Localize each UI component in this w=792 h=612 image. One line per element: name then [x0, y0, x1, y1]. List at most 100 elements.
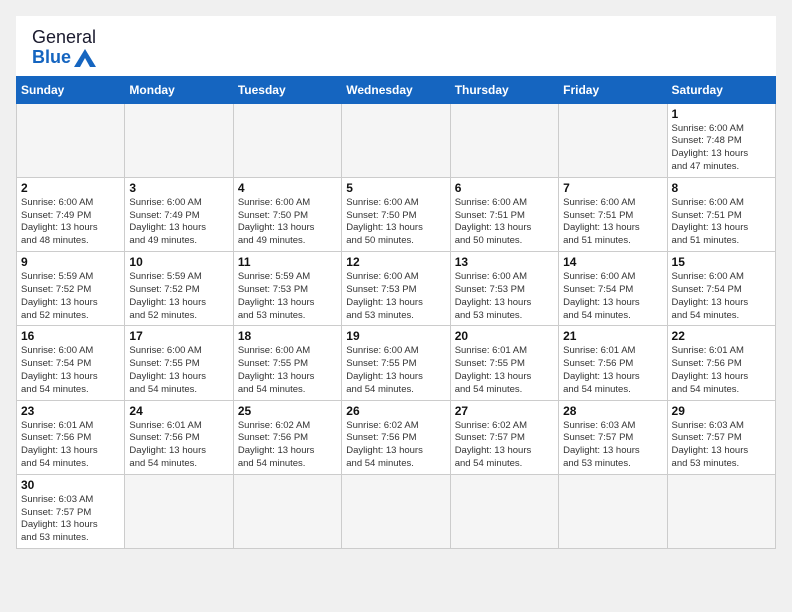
- calendar-cell-14: 14 Sunrise: 6:00 AM Sunset: 7:54 PM Dayli…: [559, 252, 667, 326]
- calendar-cell-8: 8 Sunrise: 6:00 AM Sunset: 7:51 PM Daylig…: [667, 177, 775, 251]
- day-info: Sunrise: 6:00 AM Sunset: 7:55 PM Dayligh…: [346, 345, 445, 396]
- day-info: Sunrise: 6:03 AM Sunset: 7:57 PM Dayligh…: [672, 420, 771, 471]
- day-number: 19: [346, 329, 445, 343]
- day-number: 24: [129, 404, 228, 418]
- day-number: 9: [21, 255, 120, 269]
- day-number: 11: [238, 255, 337, 269]
- calendar-cell-1: 1 Sunrise: 6:00 AM Sunset: 7:48 PM Daylig…: [667, 103, 775, 177]
- calendar-cell-17: 17 Sunrise: 6:00 AM Sunset: 7:55 PM Dayli…: [125, 326, 233, 400]
- day-number: 26: [346, 404, 445, 418]
- day-info: Sunrise: 6:02 AM Sunset: 7:56 PM Dayligh…: [238, 420, 337, 471]
- calendar-cell-24: 24Sunrise: 6:01 AM Sunset: 7:56 PM Dayli…: [125, 400, 233, 474]
- calendar-cell-27: 27 Sunrise: 6:02 AM Sunset: 7:57 PM Dayli…: [450, 400, 558, 474]
- day-number: 3: [129, 181, 228, 195]
- calendar-cell-empty: [559, 474, 667, 548]
- calendar-cell-19: 19 Sunrise: 6:00 AM Sunset: 7:55 PM Dayli…: [342, 326, 450, 400]
- weekday-header-monday: Monday: [125, 76, 233, 103]
- day-number: 23: [21, 404, 120, 418]
- day-info: Sunrise: 6:00 AM Sunset: 7:53 PM Dayligh…: [455, 271, 554, 322]
- day-info: Sunrise: 6:00 AM Sunset: 7:51 PM Dayligh…: [672, 197, 771, 248]
- day-info: Sunrise: 6:00 AM Sunset: 7:54 PM Dayligh…: [672, 271, 771, 322]
- day-info: Sunrise: 6:00 AM Sunset: 7:49 PM Dayligh…: [129, 197, 228, 248]
- day-info: Sunrise: 5:59 AM Sunset: 7:52 PM Dayligh…: [21, 271, 120, 322]
- calendar-cell-7: 7Sunrise: 6:00 AM Sunset: 7:51 PM Daylig…: [559, 177, 667, 251]
- calendar-cell-5: 5 Sunrise: 6:00 AM Sunset: 7:50 PM Daylig…: [342, 177, 450, 251]
- day-number: 13: [455, 255, 554, 269]
- calendar-cell-empty: [233, 474, 341, 548]
- calendar-cell-empty: [17, 103, 125, 177]
- week-row-3: 9 Sunrise: 5:59 AM Sunset: 7:52 PM Daylig…: [17, 252, 776, 326]
- day-number: 21: [563, 329, 662, 343]
- calendar-cell-28: 28 Sunrise: 6:03 AM Sunset: 7:57 PM Dayli…: [559, 400, 667, 474]
- week-row-5: 23 Sunrise: 6:01 AM Sunset: 7:56 PM Dayli…: [17, 400, 776, 474]
- calendar-cell-26: 26Sunrise: 6:02 AM Sunset: 7:56 PM Dayli…: [342, 400, 450, 474]
- day-info: Sunrise: 6:00 AM Sunset: 7:54 PM Dayligh…: [563, 271, 662, 322]
- calendar-cell-21: 21Sunrise: 6:01 AM Sunset: 7:56 PM Dayli…: [559, 326, 667, 400]
- calendar-cell-20: 20Sunrise: 6:01 AM Sunset: 7:55 PM Dayli…: [450, 326, 558, 400]
- day-number: 28: [563, 404, 662, 418]
- day-info: Sunrise: 6:00 AM Sunset: 7:49 PM Dayligh…: [21, 197, 120, 248]
- weekday-header-friday: Friday: [559, 76, 667, 103]
- calendar-cell-10: 10Sunrise: 5:59 AM Sunset: 7:52 PM Dayli…: [125, 252, 233, 326]
- day-info: Sunrise: 6:00 AM Sunset: 7:54 PM Dayligh…: [21, 345, 120, 396]
- day-number: 1: [672, 107, 771, 121]
- week-row-6: 30Sunrise: 6:03 AM Sunset: 7:57 PM Dayli…: [17, 474, 776, 548]
- day-info: Sunrise: 6:00 AM Sunset: 7:50 PM Dayligh…: [346, 197, 445, 248]
- calendar-cell-13: 13 Sunrise: 6:00 AM Sunset: 7:53 PM Dayli…: [450, 252, 558, 326]
- day-info: Sunrise: 6:00 AM Sunset: 7:48 PM Dayligh…: [672, 123, 771, 174]
- calendar-cell-11: 11 Sunrise: 5:59 AM Sunset: 7:53 PM Dayli…: [233, 252, 341, 326]
- day-info: Sunrise: 6:01 AM Sunset: 7:55 PM Dayligh…: [455, 345, 554, 396]
- day-info: Sunrise: 5:59 AM Sunset: 7:52 PM Dayligh…: [129, 271, 228, 322]
- calendar-cell-3: 3 Sunrise: 6:00 AM Sunset: 7:49 PM Daylig…: [125, 177, 233, 251]
- day-number: 15: [672, 255, 771, 269]
- logo-triangle-icon: [74, 49, 96, 67]
- day-info: Sunrise: 5:59 AM Sunset: 7:53 PM Dayligh…: [238, 271, 337, 322]
- day-number: 27: [455, 404, 554, 418]
- calendar-cell-empty: [125, 474, 233, 548]
- calendar-cell-empty: [559, 103, 667, 177]
- calendar-cell-6: 6 Sunrise: 6:00 AM Sunset: 7:51 PM Daylig…: [450, 177, 558, 251]
- calendar-cell-22: 22Sunrise: 6:01 AM Sunset: 7:56 PM Dayli…: [667, 326, 775, 400]
- day-number: 12: [346, 255, 445, 269]
- calendar-cell-30: 30Sunrise: 6:03 AM Sunset: 7:57 PM Dayli…: [17, 474, 125, 548]
- day-number: 2: [21, 181, 120, 195]
- day-info: Sunrise: 6:00 AM Sunset: 7:53 PM Dayligh…: [346, 271, 445, 322]
- day-number: 22: [672, 329, 771, 343]
- calendar-cell-empty: [450, 474, 558, 548]
- weekday-header-sunday: Sunday: [17, 76, 125, 103]
- week-row-2: 2 Sunrise: 6:00 AM Sunset: 7:49 PM Daylig…: [17, 177, 776, 251]
- day-info: Sunrise: 6:01 AM Sunset: 7:56 PM Dayligh…: [21, 420, 120, 471]
- day-info: Sunrise: 6:00 AM Sunset: 7:55 PM Dayligh…: [129, 345, 228, 396]
- calendar-cell-18: 18Sunrise: 6:00 AM Sunset: 7:55 PM Dayli…: [233, 326, 341, 400]
- day-info: Sunrise: 6:02 AM Sunset: 7:57 PM Dayligh…: [455, 420, 554, 471]
- weekday-header-tuesday: Tuesday: [233, 76, 341, 103]
- day-number: 8: [672, 181, 771, 195]
- weekday-header-row: SundayMondayTuesdayWednesdayThursdayFrid…: [17, 76, 776, 103]
- calendar-cell-2: 2 Sunrise: 6:00 AM Sunset: 7:49 PM Daylig…: [17, 177, 125, 251]
- logo-blue-text: Blue: [32, 48, 71, 68]
- calendar-cell-9: 9 Sunrise: 5:59 AM Sunset: 7:52 PM Daylig…: [17, 252, 125, 326]
- calendar-cell-empty: [342, 103, 450, 177]
- calendar-cell-12: 12 Sunrise: 6:00 AM Sunset: 7:53 PM Dayli…: [342, 252, 450, 326]
- weekday-header-wednesday: Wednesday: [342, 76, 450, 103]
- day-info: Sunrise: 6:03 AM Sunset: 7:57 PM Dayligh…: [563, 420, 662, 471]
- day-info: Sunrise: 6:00 AM Sunset: 7:51 PM Dayligh…: [455, 197, 554, 248]
- calendar-cell-empty: [667, 474, 775, 548]
- calendar-cell-25: 25Sunrise: 6:02 AM Sunset: 7:56 PM Dayli…: [233, 400, 341, 474]
- day-number: 6: [455, 181, 554, 195]
- calendar-page: General Blue SundayMondayTuesdayWednesda…: [16, 16, 776, 549]
- day-number: 17: [129, 329, 228, 343]
- day-number: 14: [563, 255, 662, 269]
- week-row-4: 16Sunrise: 6:00 AM Sunset: 7:54 PM Dayli…: [17, 326, 776, 400]
- day-info: Sunrise: 6:00 AM Sunset: 7:51 PM Dayligh…: [563, 197, 662, 248]
- day-number: 29: [672, 404, 771, 418]
- day-number: 4: [238, 181, 337, 195]
- day-number: 5: [346, 181, 445, 195]
- calendar-cell-23: 23 Sunrise: 6:01 AM Sunset: 7:56 PM Dayli…: [17, 400, 125, 474]
- weekday-header-thursday: Thursday: [450, 76, 558, 103]
- calendar-cell-empty: [125, 103, 233, 177]
- calendar-cell-16: 16Sunrise: 6:00 AM Sunset: 7:54 PM Dayli…: [17, 326, 125, 400]
- logo: General Blue: [32, 28, 96, 68]
- weekday-header-saturday: Saturday: [667, 76, 775, 103]
- calendar-cell-empty: [233, 103, 341, 177]
